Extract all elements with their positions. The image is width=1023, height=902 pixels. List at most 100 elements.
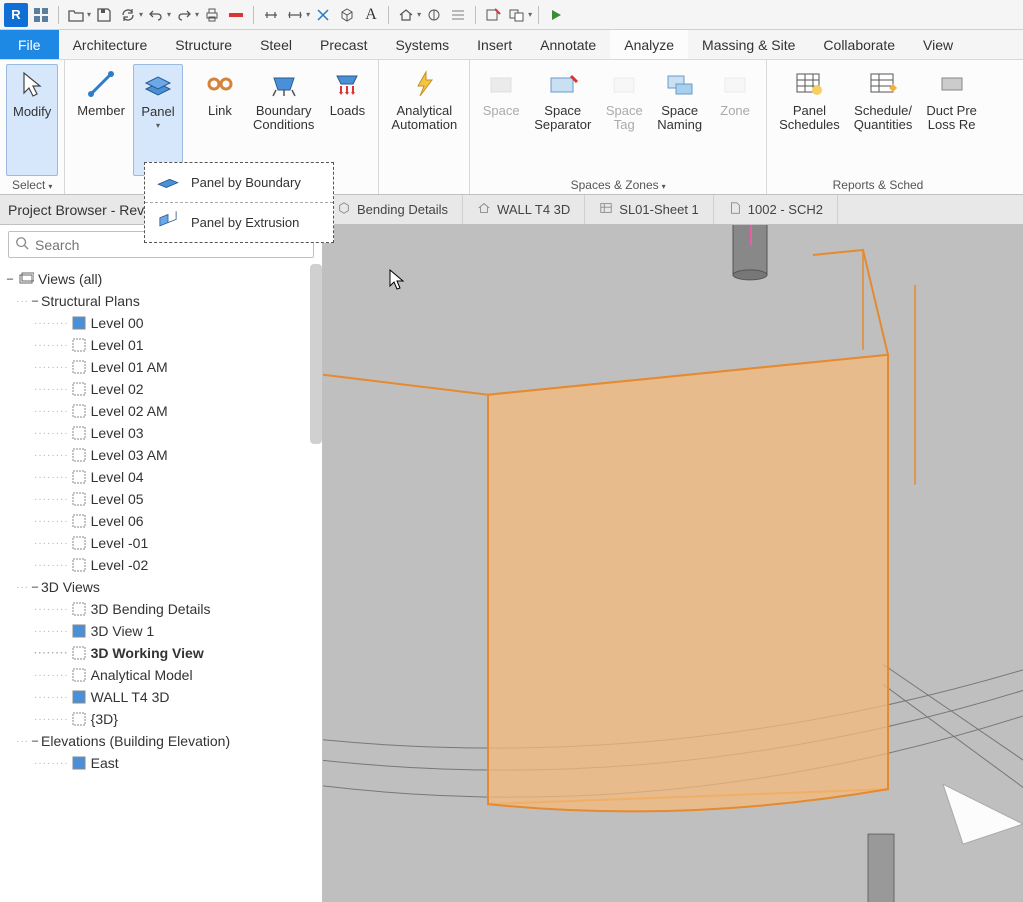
view-tab-sch[interactable]: 1002 - SCH2 xyxy=(714,195,838,224)
member-button[interactable]: Member xyxy=(71,64,131,176)
tab-massing[interactable]: Massing & Site xyxy=(688,30,809,59)
space-naming-icon xyxy=(664,68,696,100)
text-icon[interactable]: A xyxy=(360,4,382,26)
redo-icon[interactable] xyxy=(173,4,195,26)
tab-steel[interactable]: Steel xyxy=(246,30,306,59)
tree-structural-plans[interactable]: ···− Structural Plans xyxy=(4,290,322,312)
save-icon[interactable] xyxy=(93,4,115,26)
switch-windows-icon[interactable] xyxy=(506,4,528,26)
tree-item-plan[interactable]: ········Level 01 xyxy=(4,334,322,356)
space-naming-button[interactable]: Space Naming xyxy=(651,64,708,176)
link-button[interactable]: Link xyxy=(195,64,245,176)
tree-item-plan[interactable]: ········Level 06 xyxy=(4,510,322,532)
close-hidden-icon[interactable] xyxy=(482,4,504,26)
tab-analyze[interactable]: Analyze xyxy=(610,30,688,59)
cube-icon[interactable] xyxy=(336,4,358,26)
quick-access-toolbar: R ▾ ▾ ▾ ▾ ▾ A ▾ ▾ xyxy=(0,0,1023,30)
scrollbar[interactable] xyxy=(310,264,322,444)
app-icon[interactable]: R xyxy=(4,3,28,27)
view-tab-bending[interactable]: Bending Details xyxy=(323,195,463,224)
tree-item-elev[interactable]: ········East xyxy=(4,752,322,774)
space-tag-icon xyxy=(608,68,640,100)
align-icon[interactable] xyxy=(260,4,282,26)
tree-3d-views[interactable]: ···− 3D Views xyxy=(4,576,322,598)
home-icon[interactable] xyxy=(395,4,417,26)
viewport-3d[interactable] xyxy=(323,225,1023,902)
tree-item-label: 3D Working View xyxy=(91,645,204,661)
space-separator-icon xyxy=(547,68,579,100)
tree-item-plan[interactable]: ········Level 03 AM xyxy=(4,444,322,466)
modify-button[interactable]: Modify xyxy=(6,64,58,176)
view-icon xyxy=(71,491,87,507)
measure-red-icon[interactable] xyxy=(225,4,247,26)
dim-icon[interactable] xyxy=(284,4,306,26)
boundary-conditions-button[interactable]: Boundary Conditions xyxy=(247,64,320,176)
tab-view[interactable]: View xyxy=(909,30,967,59)
open-icon[interactable] xyxy=(65,4,87,26)
tree-item-plan[interactable]: ········Level -01 xyxy=(4,532,322,554)
tree-item-3d[interactable]: ········{3D} xyxy=(4,708,322,730)
view-icon xyxy=(71,513,87,529)
space-button[interactable]: Space xyxy=(476,64,526,176)
panel-by-boundary-item[interactable]: Panel by Boundary xyxy=(145,163,333,203)
tree-item-label: Level 02 xyxy=(91,381,144,397)
play-icon[interactable] xyxy=(545,4,567,26)
tab-precast[interactable]: Precast xyxy=(306,30,381,59)
tree-item-3d[interactable]: ········3D Working View xyxy=(4,642,322,664)
sync-icon[interactable] xyxy=(117,4,139,26)
panel-boundary-icon xyxy=(155,171,181,194)
duct-pressure-button[interactable]: Duct PreLoss Re xyxy=(920,64,983,176)
tree-item-3d[interactable]: ········3D Bending Details xyxy=(4,598,322,620)
member-icon xyxy=(85,68,117,100)
panel-schedules-icon xyxy=(793,68,825,100)
view-icon xyxy=(71,755,87,771)
tab-systems[interactable]: Systems xyxy=(381,30,463,59)
tab-architecture[interactable]: Architecture xyxy=(59,30,162,59)
view-tab-wall[interactable]: WALL T4 3D xyxy=(463,195,585,224)
tree-item-plan[interactable]: ········Level 01 AM xyxy=(4,356,322,378)
view-tabs: Bending Details WALL T4 3D SL01-Sheet 1 … xyxy=(323,195,1023,225)
tab-structure[interactable]: Structure xyxy=(161,30,246,59)
panel-by-extrusion-item[interactable]: Panel by Extrusion xyxy=(145,203,333,242)
zone-button[interactable]: Zone xyxy=(710,64,760,176)
section-icon[interactable] xyxy=(423,4,445,26)
panel-schedules-button[interactable]: Panel Schedules xyxy=(773,64,846,176)
tab-annotate[interactable]: Annotate xyxy=(526,30,610,59)
project-browser-panel: Project Browser - Rev − Views (all) ···−… xyxy=(0,195,323,902)
select-group-label: Select xyxy=(12,178,45,192)
tab-file[interactable]: File xyxy=(0,30,59,59)
tab-insert[interactable]: Insert xyxy=(463,30,526,59)
ribbon-group-automation: Analytical Automation xyxy=(379,60,470,194)
tree-item-plan[interactable]: ········Level 02 AM xyxy=(4,400,322,422)
tree-item-plan[interactable]: ········Level 05 xyxy=(4,488,322,510)
tree-item-label: East xyxy=(91,755,119,771)
space-separator-button[interactable]: Space Separator xyxy=(528,64,597,176)
tree-item-3d[interactable]: ········3D View 1 xyxy=(4,620,322,642)
tree-item-plan[interactable]: ········Level 02 xyxy=(4,378,322,400)
tree-item-plan[interactable]: ········Level 04 xyxy=(4,466,322,488)
ribbon-group-select: Modify Select▾ xyxy=(0,60,65,194)
tree-item-label: {3D} xyxy=(91,711,118,727)
tree-item-plan[interactable]: ········Level -02 xyxy=(4,554,322,576)
tree-item-plan[interactable]: ········Level 00 xyxy=(4,312,322,334)
schedule-quantities-button[interactable]: Schedule/ Quantities xyxy=(848,64,919,176)
print-icon[interactable] xyxy=(201,4,223,26)
menu-bar: File Architecture Structure Steel Precas… xyxy=(0,30,1023,60)
loads-button[interactable]: Loads xyxy=(322,64,372,176)
undo-icon[interactable] xyxy=(145,4,167,26)
tree-item-3d[interactable]: ········Analytical Model xyxy=(4,664,322,686)
panel-button[interactable]: Panel ▾ xyxy=(133,64,183,176)
tree-elevations[interactable]: ···− Elevations (Building Elevation) xyxy=(4,730,322,752)
project-browser-tree[interactable]: − Views (all) ···− Structural Plans ····… xyxy=(0,264,322,902)
tab-collaborate[interactable]: Collaborate xyxy=(809,30,909,59)
analytical-automation-button[interactable]: Analytical Automation xyxy=(385,64,463,176)
cross-icon[interactable] xyxy=(312,4,334,26)
thinline-icon[interactable] xyxy=(447,4,469,26)
space-tag-button[interactable]: Space Tag xyxy=(599,64,649,176)
view-icon xyxy=(71,711,87,727)
tree-item-plan[interactable]: ········Level 03 xyxy=(4,422,322,444)
view-tab-sheet[interactable]: SL01-Sheet 1 xyxy=(585,195,714,224)
tree-root-views[interactable]: − Views (all) xyxy=(4,268,322,290)
tree-item-3d[interactable]: ········WALL T4 3D xyxy=(4,686,322,708)
grid-icon[interactable] xyxy=(30,4,52,26)
